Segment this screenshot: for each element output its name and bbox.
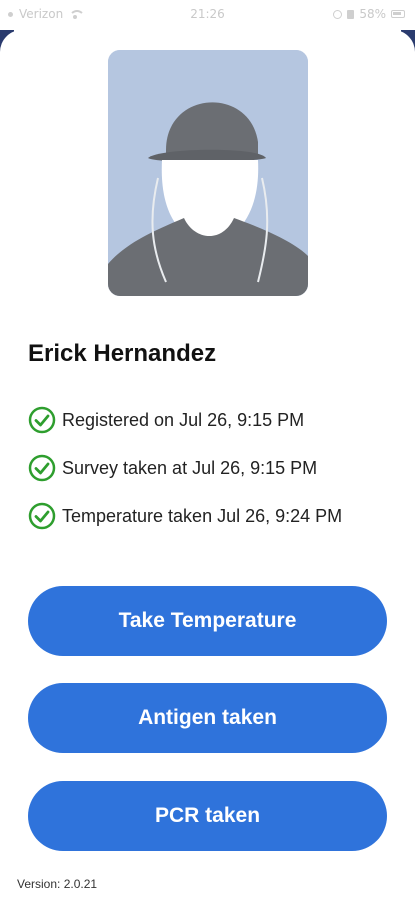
status-bar: Verizon 21:26 58% xyxy=(0,0,415,30)
lock-icon xyxy=(347,9,355,19)
status-right-group: 58% xyxy=(333,7,405,21)
take-temperature-button[interactable]: Take Temperature xyxy=(28,586,387,656)
status-text: Registered on Jul 26, 9:15 PM xyxy=(62,409,305,430)
status-text: Temperature taken Jul 26, 9:24 PM xyxy=(62,505,343,526)
pcr-taken-button[interactable]: PCR taken xyxy=(28,781,387,851)
check-circle-icon xyxy=(28,454,56,482)
battery-icon xyxy=(391,10,405,18)
antigen-taken-button[interactable]: Antigen taken xyxy=(28,683,387,753)
status-item-registered: Registered on Jul 26, 9:15 PM xyxy=(28,396,398,444)
check-circle-icon xyxy=(28,406,56,434)
orientation-lock-icon xyxy=(333,9,343,19)
user-name: Erick Hernandez xyxy=(28,340,217,367)
person-silhouette-icon xyxy=(108,50,308,296)
version-label: Version: 2.0.21 xyxy=(17,877,98,891)
status-list: Registered on Jul 26, 9:15 PM Survey tak… xyxy=(28,396,398,540)
status-text: Survey taken at Jul 26, 9:15 PM xyxy=(62,457,318,478)
avatar xyxy=(108,50,308,296)
check-circle-icon xyxy=(28,502,56,530)
status-item-survey: Survey taken at Jul 26, 9:15 PM xyxy=(28,444,398,492)
battery-percent: 58% xyxy=(359,7,386,21)
app-screen: Verizon 21:26 58% Erick Hernandez Regist… xyxy=(0,0,415,900)
status-item-temperature: Temperature taken Jul 26, 9:24 PM xyxy=(28,492,398,540)
